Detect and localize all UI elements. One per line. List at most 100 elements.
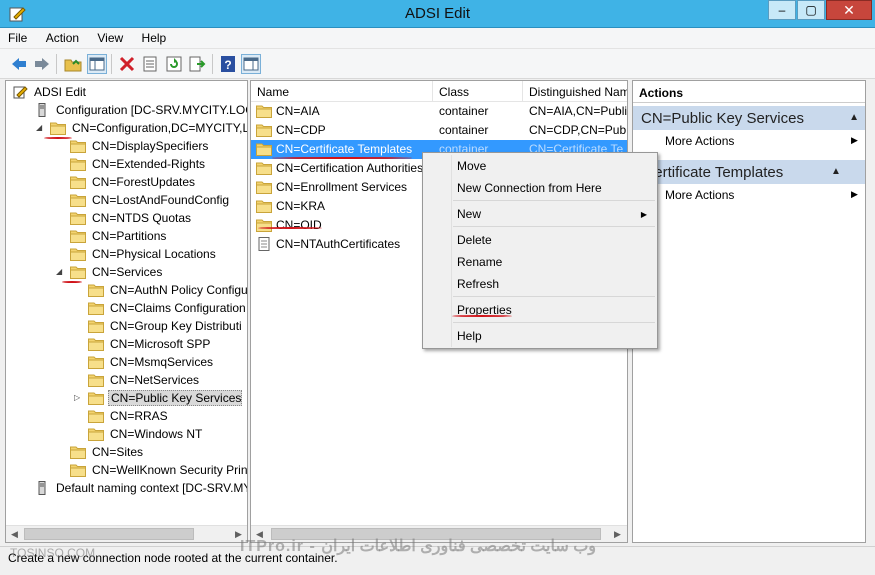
row-name: CN=OID [276, 218, 322, 232]
action-group-certificate-templates[interactable]: CN=Certificate Templates ▲ [633, 160, 865, 184]
ctx-new-connection[interactable]: New Connection from Here [457, 181, 602, 195]
folder-up-icon [64, 59, 82, 72]
row-name: CN=Certificate Templates [276, 142, 413, 156]
tree-item[interactable]: CN=ForestUpdates [70, 173, 195, 191]
row-dn: CN=AIA,CN=Publi [529, 104, 627, 118]
tree-item[interactable]: CN=NTDS Quotas [70, 209, 191, 227]
row-name: CN=AIA [276, 104, 320, 118]
properties-toolbar-button[interactable] [140, 54, 160, 74]
tree-item[interactable]: CN=AuthN Policy Configu [88, 281, 248, 299]
toolbar: ? [0, 49, 875, 79]
ctx-rename[interactable]: Rename [457, 255, 502, 269]
tree-item[interactable]: CN=LostAndFoundConfig [70, 191, 229, 209]
tree-item[interactable]: CN=Claims Configuration [88, 299, 246, 317]
actions-header: Actions [633, 81, 865, 103]
menu-file[interactable]: File [0, 28, 34, 45]
close-button[interactable]: ✕ [826, 0, 872, 20]
menu-action[interactable]: Action [38, 28, 86, 45]
delete-button[interactable] [117, 54, 137, 74]
list-row[interactable]: CN=CDP container CN=CDP,CN=Pub [251, 121, 627, 140]
tree-item[interactable]: CN=Group Key Distributi [88, 317, 242, 335]
annotation-underline [62, 281, 82, 283]
tree-item[interactable]: CN=Partitions [70, 227, 166, 245]
show-hide-action-pane-button[interactable] [241, 54, 261, 74]
column-header-class[interactable]: Class [433, 81, 523, 102]
tree-item[interactable]: CN=Sites [70, 443, 143, 461]
annotation-underline [272, 157, 412, 159]
action-pane-icon [243, 57, 259, 71]
menu-view[interactable]: View [89, 28, 130, 45]
back-arrow-icon [12, 58, 26, 70]
collapse-arrow-icon[interactable]: ◢ [36, 123, 42, 132]
export-list-button[interactable] [187, 54, 207, 74]
tree-item[interactable]: CN=Microsoft SPP [88, 335, 210, 353]
folder-icon [256, 162, 272, 175]
folder-icon [70, 248, 86, 261]
folder-icon [70, 140, 86, 153]
more-actions-link[interactable]: More Actions ▶ [665, 188, 858, 202]
scrollbar-thumb[interactable] [24, 528, 194, 540]
collapse-up-icon[interactable]: ▲ [849, 112, 859, 123]
scroll-right-arrow-icon[interactable]: ▶ [609, 526, 626, 542]
folder-icon [256, 143, 272, 156]
up-one-level-button[interactable] [63, 54, 83, 74]
console-tree[interactable]: ADSI Edit Configuration [DC-SRV.MYCITY.LO… [5, 80, 248, 543]
minimize-button[interactable]: – [768, 0, 796, 20]
tree-item[interactable]: CN=Physical Locations [70, 245, 216, 263]
tree-item[interactable]: CN=WellKnown Security Prin [70, 461, 248, 479]
folder-icon [256, 105, 272, 118]
server-icon [38, 481, 46, 495]
tree-item[interactable]: CN=MsmqServices [88, 353, 213, 371]
ctx-refresh[interactable]: Refresh [457, 277, 499, 291]
server-icon [38, 103, 46, 117]
properties-icon [143, 56, 157, 72]
tree-item[interactable]: CN=RRAS [88, 407, 168, 425]
tree-item[interactable]: CN=Services [70, 263, 162, 281]
folder-icon [70, 212, 86, 225]
tree-root-adsi-edit[interactable]: ADSI Edit [12, 83, 86, 101]
tree-item-label: Default naming context [DC-SRV.MY [56, 481, 248, 495]
tree-item[interactable]: Default naming context [DC-SRV.MY [34, 479, 248, 497]
ctx-move[interactable]: Move [457, 159, 486, 173]
tree-item[interactable]: CN=Configuration,DC=MYCITY,L [50, 119, 247, 137]
ctx-delete[interactable]: Delete [457, 233, 492, 247]
tree-item-label: CN=Group Key Distributi [110, 319, 242, 333]
tree-item[interactable]: Configuration [DC-SRV.MYCITY.LOC [34, 101, 247, 119]
back-button[interactable] [9, 54, 29, 74]
tree-item-label: CN=WellKnown Security Prin [92, 463, 248, 477]
more-actions-label: More Actions [665, 134, 735, 148]
tree-item-label: CN=AuthN Policy Configu [110, 283, 248, 297]
column-header-dn[interactable]: Distinguished Nam [523, 81, 627, 102]
action-group-public-key-services[interactable]: CN=Public Key Services ▲ [633, 106, 865, 130]
help-button[interactable]: ? [218, 54, 238, 74]
row-class: container [439, 123, 489, 137]
folder-icon [88, 356, 104, 369]
maximize-button[interactable]: ▢ [797, 0, 825, 20]
tree-item[interactable]: CN=Windows NT [88, 425, 202, 443]
expand-arrow-icon[interactable]: ▷ [74, 393, 80, 402]
tree-item-label: CN=LostAndFoundConfig [92, 193, 230, 207]
tree-item-label: CN=Partitions [92, 229, 167, 243]
menu-help[interactable]: Help [134, 28, 174, 45]
folder-icon [70, 176, 86, 189]
tree-item[interactable]: CN=DisplaySpecifiers [70, 137, 208, 155]
refresh-button[interactable] [164, 54, 184, 74]
folder-icon [70, 158, 86, 171]
ctx-help[interactable]: Help [457, 329, 482, 343]
folder-icon [70, 230, 86, 243]
more-actions-link[interactable]: More Actions ▶ [665, 134, 858, 148]
scroll-left-arrow-icon[interactable]: ◀ [6, 526, 23, 542]
forward-button[interactable] [32, 54, 52, 74]
tree-item[interactable]: CN=Extended-Rights [70, 155, 205, 173]
tree-horizontal-scrollbar[interactable]: ◀ ▶ [6, 525, 247, 542]
tree-item[interactable]: CN=Public Key Services [88, 389, 243, 407]
show-hide-console-tree-button[interactable] [87, 54, 107, 74]
list-row[interactable]: CN=AIA container CN=AIA,CN=Publi [251, 102, 627, 121]
column-header-name[interactable]: Name [251, 81, 433, 102]
document-icon [258, 237, 270, 251]
ctx-new[interactable]: New [457, 207, 481, 221]
refresh-icon [166, 56, 182, 72]
window-title: ADSI Edit [404, 5, 471, 22]
tree-item[interactable]: CN=NetServices [88, 371, 199, 389]
collapse-arrow-icon[interactable]: ◢ [56, 267, 62, 276]
